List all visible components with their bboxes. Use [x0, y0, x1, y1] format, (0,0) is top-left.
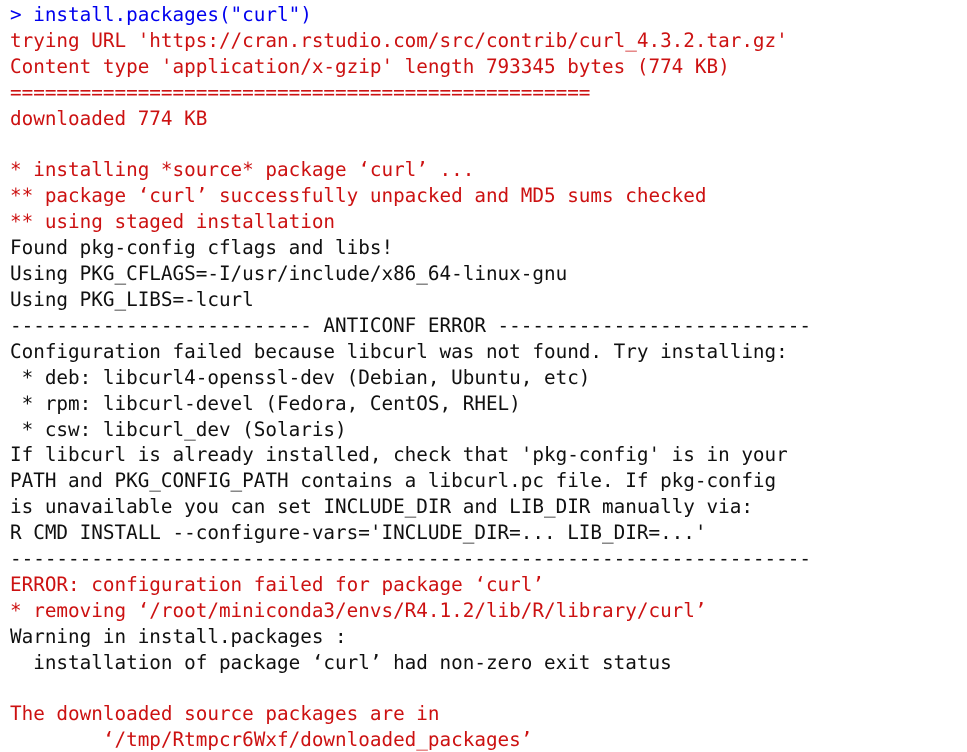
console-line: ========================================…: [10, 80, 967, 106]
console-line: is unavailable you can set INCLUDE_DIR a…: [10, 494, 967, 520]
console-line: * rpm: libcurl-devel (Fedora, CentOS, RH…: [10, 391, 967, 417]
console-line-text: * removing ‘/root/miniconda3/envs/R4.1.2…: [10, 598, 707, 622]
console-line: Content type 'application/x-gzip' length…: [10, 54, 967, 80]
console-line-text: [10, 677, 22, 700]
console-line-text: ** package ‘curl’ successfully unpacked …: [10, 184, 707, 208]
console-line-text: * installing *source* package ‘curl’ ...: [10, 158, 475, 182]
console-line: [10, 132, 967, 158]
console-line-text: Using PKG_LIBS=-lcurl: [10, 287, 254, 311]
console-line-text: * rpm: libcurl-devel (Fedora, CentOS, RH…: [10, 391, 521, 415]
console-line: installation of package ‘curl’ had non-z…: [10, 650, 967, 676]
console-line: The downloaded source packages are in: [10, 701, 967, 727]
console-line-text: ERROR: configuration failed for package …: [10, 572, 544, 596]
console-line-text: -------------------------- ANTICONF ERRO…: [10, 313, 811, 337]
console-line: ‘/tmp/Rtmpcr6Wxf/downloaded_packages’: [10, 727, 967, 752]
console-line: ** using staged installation: [10, 209, 967, 235]
console-line: Using PKG_LIBS=-lcurl: [10, 287, 967, 313]
console-line-text: * csw: libcurl_dev (Solaris): [10, 417, 347, 441]
console-line-text: Configuration failed because libcurl was…: [10, 339, 788, 363]
console-line-text: PATH and PKG_CONFIG_PATH contains a libc…: [10, 469, 777, 493]
console-line: Using PKG_CFLAGS=-I/usr/include/x86_64-l…: [10, 261, 967, 287]
console-line-text: is unavailable you can set INCLUDE_DIR a…: [10, 495, 753, 519]
console-line: > install.packages("curl"): [10, 2, 967, 28]
console-line: downloaded 774 KB: [10, 106, 967, 132]
console-line: trying URL 'https://cran.rstudio.com/src…: [10, 28, 967, 54]
console-line-text: Warning in install.packages :: [10, 624, 347, 648]
console-line: Warning in install.packages :: [10, 624, 967, 650]
console-command-text: install.packages("curl"): [33, 3, 312, 26]
console-line-text: If libcurl is already installed, check t…: [10, 443, 788, 467]
console-line-text: * deb: libcurl4-openssl-dev (Debian, Ubu…: [10, 365, 591, 389]
console-line: * removing ‘/root/miniconda3/envs/R4.1.2…: [10, 598, 967, 624]
console-line: [10, 676, 967, 702]
console-line-text: ** using staged installation: [10, 210, 336, 234]
console-line: -------------------------- ANTICONF ERRO…: [10, 313, 967, 339]
console-line-text: ========================================…: [10, 80, 591, 104]
console-line: PATH and PKG_CONFIG_PATH contains a libc…: [10, 468, 967, 494]
console-line-text: ----------------------------------------…: [10, 547, 811, 571]
console-line-text: Found pkg-config cflags and libs!: [10, 236, 394, 260]
console-line-text: The downloaded source packages are in: [10, 702, 440, 726]
console-line-text: ‘/tmp/Rtmpcr6Wxf/downloaded_packages’: [10, 728, 533, 752]
console-line: ERROR: configuration failed for package …: [10, 572, 967, 598]
console-line: * deb: libcurl4-openssl-dev (Debian, Ubu…: [10, 365, 967, 391]
r-console-output[interactable]: > install.packages("curl") trying URL 'ht…: [0, 0, 967, 752]
console-line: Configuration failed because libcurl was…: [10, 339, 967, 365]
console-line: If libcurl is already installed, check t…: [10, 442, 967, 468]
console-prompt: >: [10, 3, 34, 26]
console-line-text: Content type 'application/x-gzip' length…: [10, 54, 730, 78]
console-line: * csw: libcurl_dev (Solaris): [10, 417, 967, 443]
console-line-text: R CMD INSTALL --configure-vars='INCLUDE_…: [10, 521, 707, 545]
console-line: ** package ‘curl’ successfully unpacked …: [10, 183, 967, 209]
console-line-text: installation of package ‘curl’ had non-z…: [10, 650, 672, 674]
console-line: * installing *source* package ‘curl’ ...: [10, 157, 967, 183]
console-line: R CMD INSTALL --configure-vars='INCLUDE_…: [10, 520, 967, 546]
console-line: ----------------------------------------…: [10, 546, 967, 572]
console-line-text: downloaded 774 KB: [10, 106, 208, 130]
console-line-text: [10, 133, 22, 156]
console-line-text: Using PKG_CFLAGS=-I/usr/include/x86_64-l…: [10, 262, 568, 286]
console-line: Found pkg-config cflags and libs!: [10, 235, 967, 261]
console-line-text: trying URL 'https://cran.rstudio.com/src…: [10, 28, 788, 52]
